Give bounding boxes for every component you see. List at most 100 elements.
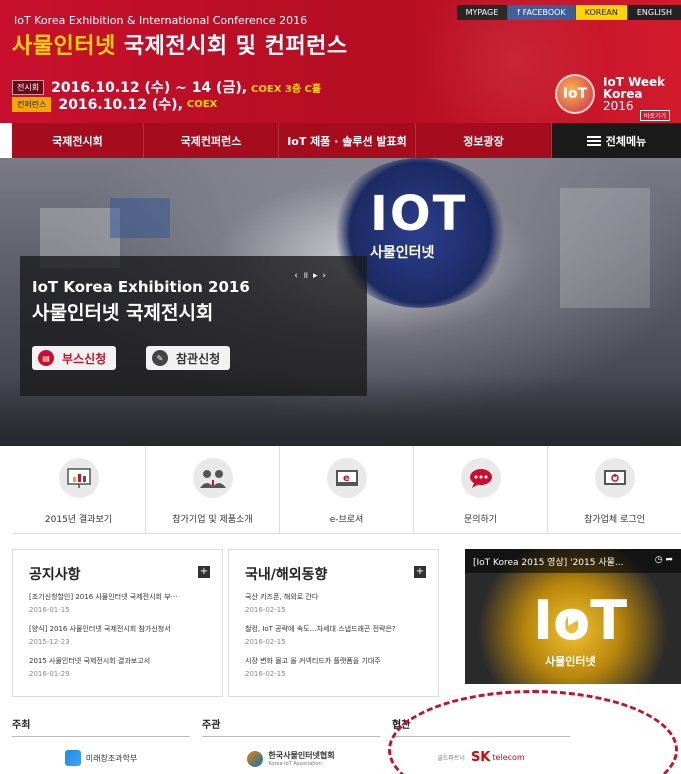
quick-link-exhibitor-login[interactable]: 참가업체 로그인 — [548, 446, 681, 533]
chat-icon — [460, 458, 501, 498]
quick-link-label: 2015년 결과보기 — [44, 515, 113, 525]
visit-apply-button[interactable]: ✎ 참관신청 — [146, 346, 231, 370]
organizer-name: 한국사물인터넷협회 — [268, 751, 335, 760]
header-subtitle: IoT Korea Exhibition & International Con… — [14, 14, 308, 27]
iot-sign-text: IOT — [370, 186, 468, 242]
nav-conference[interactable]: 국제컨퍼런스 — [144, 123, 279, 158]
list-item[interactable]: 국산 키즈폰, 해외로 간다 2016-02-15 — [245, 592, 429, 624]
exhibition-badge: 전시회 — [12, 79, 45, 95]
notice-title[interactable]: 2015 사물인터넷 국제전시회 결과보고서 — [29, 656, 213, 666]
iot-sign-subtext: 사물인터넷 — [370, 245, 435, 261]
hero-title-en: IoT Korea Exhibition 2016 — [32, 278, 250, 296]
booth-apply-button[interactable]: ▤ 부스신청 — [32, 346, 117, 370]
site-title[interactable]: 사물인터넷 국제전시회 및 컨퍼런스 — [12, 28, 348, 60]
list-item[interactable]: 철컹, IoT 공략에 속도…차세대 스냅드래곤 전략은? 2016-02-15 — [245, 624, 429, 656]
news-title[interactable]: 국산 키즈폰, 해외로 간다 — [245, 592, 429, 602]
organizer-logo[interactable]: 한국사물인터넷협회 Korea IoT Association — [202, 750, 380, 767]
kiot-logo-icon — [247, 750, 264, 767]
quick-link-ebrochure[interactable]: e e-브로셔 — [280, 446, 414, 533]
chart-icon — [58, 458, 99, 498]
news-date: 2016-02-15 — [245, 670, 286, 678]
people-icon — [192, 458, 233, 498]
list-item[interactable]: [양식] 2016 사물인터넷 국제전시회 참가신청서 2015-12-23 — [29, 624, 213, 656]
background-booth — [110, 198, 170, 238]
play-icon[interactable] — [563, 609, 583, 629]
quick-link-companies[interactable]: 참가기업 및 제품소개 — [146, 446, 280, 533]
video-subtext: 사물인터넷 — [545, 655, 596, 668]
video-share-icon[interactable]: ◷ ➦ — [655, 555, 673, 565]
host-name: 미래창조과학부 — [85, 753, 138, 763]
hero-banner: IOT 사물인터넷 ‹ ॥ ▸ › IoT Korea Exhibition 2… — [0, 158, 681, 446]
korean-link[interactable]: KOREAN — [575, 5, 627, 20]
notice-date: 2015-12-23 — [29, 638, 70, 646]
english-link[interactable]: ENGLISH — [627, 5, 681, 20]
login-icon — [594, 458, 635, 498]
list-item[interactable]: [조기신청할인] 2016 사물인터넷 국제전시회 부··· 2016-01-1… — [29, 592, 213, 624]
nav-product-presentation[interactable]: IoT 제품 · 솔루션 발표회 — [279, 123, 416, 158]
video-title[interactable]: [IoT Korea 2015 영상] '2015 사물... — [465, 549, 681, 573]
notice-title[interactable]: [양식] 2016 사물인터넷 국제전시회 참가신청서 — [29, 624, 213, 634]
slider-controls[interactable]: ‹ ॥ ▸ › — [294, 268, 327, 281]
quick-link-label: 참가업체 로그인 — [584, 515, 645, 525]
notices-title: 공지사항 — [29, 567, 81, 583]
quick-link-label: 문의하기 — [463, 515, 498, 525]
all-menu-label: 전체메뉴 — [605, 134, 647, 148]
background-booth — [560, 188, 650, 308]
booth-apply-label: 부스신청 — [62, 351, 107, 366]
site-header: IoT Korea Exhibition & International Con… — [0, 0, 681, 123]
nav-info-plaza[interactable]: 정보광장 — [416, 123, 552, 158]
title-highlight: 사물인터넷 — [12, 34, 116, 59]
notices-list: [조기신청할인] 2016 사물인터넷 국제전시회 부··· 2016-01-1… — [29, 592, 213, 688]
ebrochure-icon: e — [326, 458, 367, 498]
top-links: MYPAGE f FACEBOOK KOREAN ENGLISH — [456, 5, 681, 20]
hero-title-kr: 사물인터넷 국제전시회 — [32, 302, 214, 324]
iot-week-text: IoT Week Korea 2016 — [603, 76, 665, 112]
iot-week-banner[interactable]: IoT IoT Week Korea 2016 — [555, 74, 665, 114]
news-title[interactable]: 철컹, IoT 공략에 속도…차세대 스냅드래곤 전략은? — [245, 624, 429, 634]
quick-link-2015-results[interactable]: 2015년 결과보기 — [12, 446, 146, 533]
conference-venue: COEX — [186, 98, 218, 110]
msip-logo-icon — [64, 750, 81, 766]
quick-link-label: 참가기업 및 제품소개 — [172, 515, 253, 525]
organizer-label: 주관 — [202, 716, 380, 737]
hamburger-icon — [586, 134, 601, 148]
host-logo[interactable]: 미래창조과학부 — [12, 750, 190, 766]
exhibition-venue: COEX 3층 C홀 — [251, 83, 322, 95]
quick-link-contact[interactable]: 문의하기 — [414, 446, 548, 533]
news-date: 2016-02-15 — [245, 606, 286, 614]
notices-panel: 공지사항 + [조기신청할인] 2016 사물인터넷 국제전시회 부··· 20… — [12, 549, 223, 697]
host-label: 주최 — [12, 716, 190, 737]
visit-apply-label: 참관신청 — [176, 351, 221, 366]
conference-date-row: 컨퍼런스 2016.10.12 (수), COEX — [12, 96, 218, 113]
iot-week-more-button[interactable]: 바로가기 — [640, 110, 671, 121]
trends-list: 국산 키즈폰, 해외로 간다 2016-02-15 철컹, IoT 공략에 속도… — [245, 592, 429, 688]
iot-week-logo-icon: IoT — [555, 74, 595, 114]
organizer-column: 주관 한국사물인터넷협회 Korea IoT Association — [202, 716, 380, 767]
title-rest: 국제전시회 및 컨퍼런스 — [115, 34, 348, 59]
news-title[interactable]: 시장 변화 몰고 올 커넥티드카 플랫폼을 기대주 — [245, 656, 429, 666]
notice-date: 2016-01-15 — [29, 606, 70, 614]
pen-icon: ✎ — [152, 350, 168, 366]
promo-video[interactable]: [IoT Korea 2015 영상] '2015 사물... ◷ ➦ IoT … — [465, 549, 681, 684]
conference-badge: 컨퍼런스 — [12, 96, 52, 112]
mypage-link[interactable]: MYPAGE — [456, 5, 508, 20]
facebook-link[interactable]: f FACEBOOK — [508, 5, 575, 20]
svg-text:e: e — [343, 473, 350, 484]
highlight-annotation — [388, 690, 678, 774]
nav-exhibition[interactable]: 국제전시회 — [12, 123, 144, 158]
document-icon: ▤ — [38, 350, 54, 366]
quick-links: 2015년 결과보기 참가기업 및 제품소개 e e-브로셔 문의하기 참가업체… — [12, 446, 681, 534]
host-column: 주최 미래창조과학부 — [12, 716, 190, 766]
all-menu-button[interactable]: 전체메뉴 — [552, 123, 681, 158]
hero-caption-box: ‹ ॥ ▸ › IoT Korea Exhibition 2016 사물인터넷 … — [20, 256, 367, 396]
trends-title: 국내/해외동향 — [245, 567, 328, 583]
notice-date: 2016-01-29 — [29, 670, 70, 678]
list-item[interactable]: 시장 변화 몰고 올 커넥티드카 플랫폼을 기대주 2016-02-15 — [245, 656, 429, 688]
organizer-sub: Korea IoT Association — [268, 761, 322, 767]
notices-more-button[interactable]: + — [198, 566, 210, 578]
notice-title[interactable]: [조기신청할인] 2016 사물인터넷 국제전시회 부··· — [29, 592, 213, 602]
list-item[interactable]: 2015 사물인터넷 국제전시회 결과보고서 2016-01-29 — [29, 656, 213, 688]
conference-date: 2016.10.12 (수), — [58, 97, 183, 113]
trends-more-button[interactable]: + — [414, 566, 426, 578]
exhibition-date-row: 전시회 2016.10.12 (수) ~ 14 (금), COEX 3층 C홀 — [12, 79, 322, 96]
